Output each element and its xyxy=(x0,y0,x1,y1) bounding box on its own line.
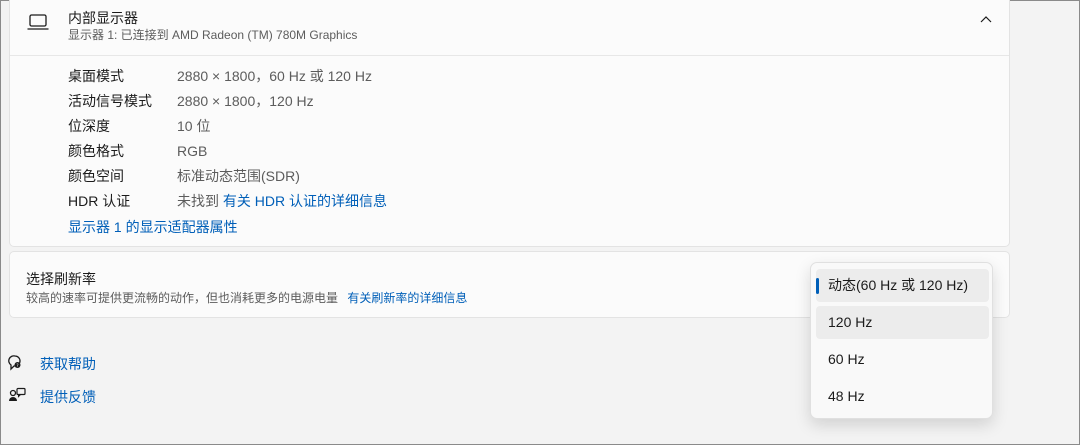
hdr-label: HDR 认证 xyxy=(68,193,131,209)
hdr-value-group: 未找到 有关 HDR 认证的详细信息 xyxy=(177,191,387,211)
feedback-link[interactable]: 提供反馈 xyxy=(40,387,96,407)
refresh-rate-description: 较高的速率可提供更流畅的动作，但也消耗更多的电源电量 xyxy=(26,291,339,305)
property-value: 2880 × 1800，120 Hz xyxy=(177,93,314,109)
refresh-rate-info-link[interactable]: 有关刷新率的详细信息 xyxy=(347,291,467,305)
dropdown-option-120hz[interactable]: 120 Hz xyxy=(816,306,989,339)
property-label: 位深度 xyxy=(68,118,110,134)
property-value: 标准动态范围(SDR) xyxy=(177,168,300,184)
property-value: RGB xyxy=(177,143,208,159)
display-header[interactable]: 内部显示器 显示器 1: 已连接到 AMD Radeon (TM) 780M G… xyxy=(10,0,1009,56)
hdr-info-link[interactable]: 有关 HDR 认证的详细信息 xyxy=(223,193,387,209)
adapter-properties-link[interactable]: 显示器 1 的显示适配器属性 xyxy=(68,217,238,237)
dropdown-option-60hz[interactable]: 60 Hz xyxy=(816,343,989,376)
display-card: 内部显示器 显示器 1: 已连接到 AMD Radeon (TM) 780M G… xyxy=(9,0,1010,247)
property-label: 活动信号模式 xyxy=(68,93,152,109)
dropdown-option-label: 60 Hz xyxy=(828,351,865,367)
dropdown-option-label: 120 Hz xyxy=(828,314,873,330)
get-help-link[interactable]: 获取帮助 xyxy=(40,354,96,374)
property-value: 2880 × 1800，60 Hz 或 120 Hz xyxy=(177,68,372,84)
display-title: 内部显示器 xyxy=(68,10,138,26)
chevron-up-icon[interactable] xyxy=(978,14,994,26)
refresh-rate-title: 选择刷新率 xyxy=(26,271,96,287)
laptop-icon xyxy=(27,14,49,30)
dropdown-option-48hz[interactable]: 48 Hz xyxy=(816,380,989,413)
refresh-rate-dropdown: 动态(60 Hz 或 120 Hz) 120 Hz 60 Hz 48 Hz xyxy=(810,262,993,419)
dropdown-option-label: 动态(60 Hz 或 120 Hz) xyxy=(828,277,969,293)
dropdown-option-dynamic[interactable]: 动态(60 Hz 或 120 Hz) xyxy=(816,269,989,302)
help-icon: ? xyxy=(8,355,21,371)
dropdown-option-label: 48 Hz xyxy=(828,388,865,404)
display-subtitle: 显示器 1: 已连接到 AMD Radeon (TM) 780M Graphic… xyxy=(68,28,358,42)
property-label: 桌面模式 xyxy=(68,68,124,84)
property-label: 颜色空间 xyxy=(68,168,124,184)
property-label: 颜色格式 xyxy=(68,143,124,159)
refresh-rate-description-group: 较高的速率可提供更流畅的动作，但也消耗更多的电源电量 有关刷新率的详细信息 xyxy=(26,289,467,306)
property-value: 10 位 xyxy=(177,118,211,134)
selection-indicator xyxy=(816,278,819,294)
hdr-value: 未找到 xyxy=(177,193,219,209)
feedback-icon xyxy=(9,387,26,401)
